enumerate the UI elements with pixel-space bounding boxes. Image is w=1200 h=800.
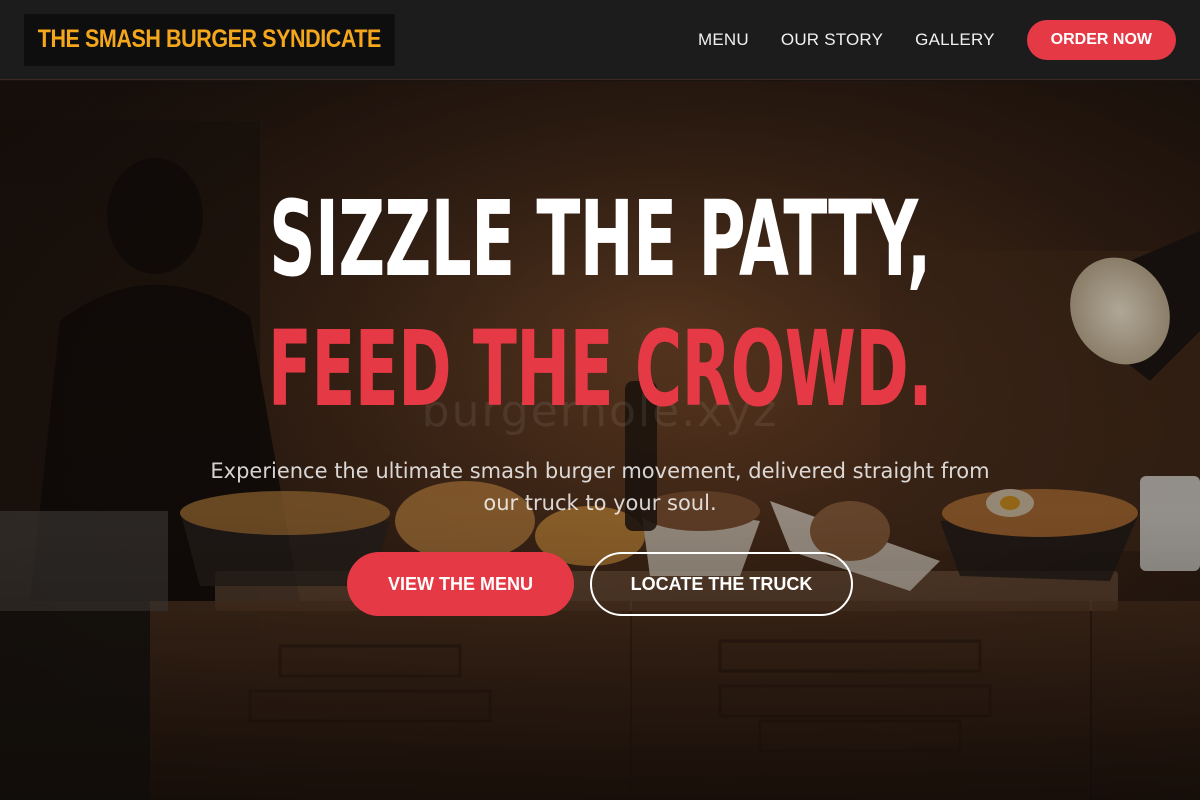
view-menu-button[interactable]: VIEW THE MENU xyxy=(347,552,574,616)
hero-subtitle: Experience the ultimate smash burger mov… xyxy=(210,459,990,515)
hero-headline-line2: FEED THE CROWD. xyxy=(267,308,933,430)
hero-section: burgerhole.xyz SIZZLE THE PATTY, FEED TH… xyxy=(0,81,1200,800)
order-now-button[interactable]: ORDER NOW xyxy=(1026,19,1176,60)
brand-logo[interactable]: THE SMASH BURGER SYNDICATE xyxy=(24,13,395,66)
site-header: THE SMASH BURGER SYNDICATE MENU OUR STOR… xyxy=(0,0,1200,80)
hero-headline-line1: SIZZLE THE PATTY, xyxy=(269,178,931,300)
nav-link-menu[interactable]: MENU xyxy=(698,30,749,50)
nav-link-our-story[interactable]: OUR STORY xyxy=(781,30,883,50)
locate-truck-button[interactable]: LOCATE THE TRUCK xyxy=(590,552,853,616)
main-nav: MENU OUR STORY GALLERY ORDER NOW xyxy=(666,19,1176,60)
nav-link-gallery[interactable]: GALLERY xyxy=(915,30,995,50)
